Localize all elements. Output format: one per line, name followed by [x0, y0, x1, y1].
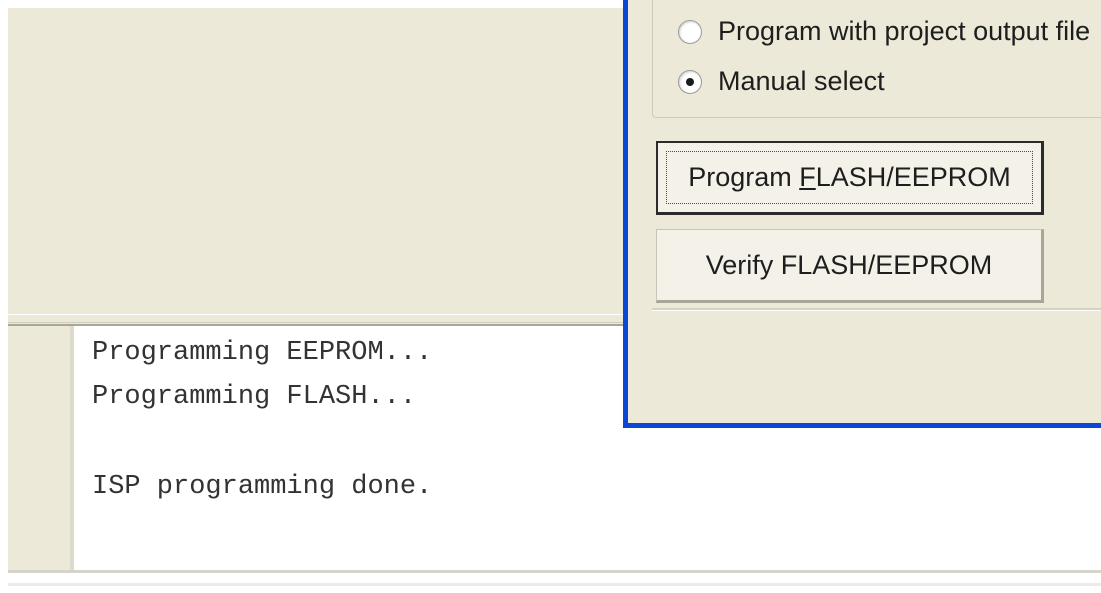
program-flash-eeprom-button[interactable]: Program FLASH/EEPROM — [656, 141, 1044, 215]
programming-dialog: Program with project output file Manual … — [623, 0, 1101, 428]
radio-manual-select[interactable]: Manual select — [678, 66, 885, 97]
button-label: Verify FLASH/EEPROM — [705, 249, 993, 280]
radio-button-checked[interactable] — [678, 69, 702, 94]
output-line: Programming FLASH... — [92, 382, 417, 412]
radio-label: Manual select — [718, 66, 885, 96]
dialog-body: Program with project output file Manual … — [628, 0, 1101, 423]
main-panel — [8, 8, 628, 314]
radio-button-unchecked[interactable] — [678, 19, 702, 44]
output-gutter — [8, 326, 74, 570]
dialog-divider — [652, 308, 1101, 311]
output-line: ISP programming done. — [92, 472, 433, 502]
button-label: Program FLASH/EEPROM — [688, 162, 1011, 192]
radio-label: Program with project output file — [718, 16, 1091, 46]
radio-program-project-output[interactable]: Program with project output file — [678, 16, 1090, 47]
status-strip — [8, 570, 1101, 593]
verify-flash-eeprom-button[interactable]: Verify FLASH/EEPROM — [656, 229, 1044, 303]
output-line: Programming EEPROM... — [92, 338, 433, 368]
